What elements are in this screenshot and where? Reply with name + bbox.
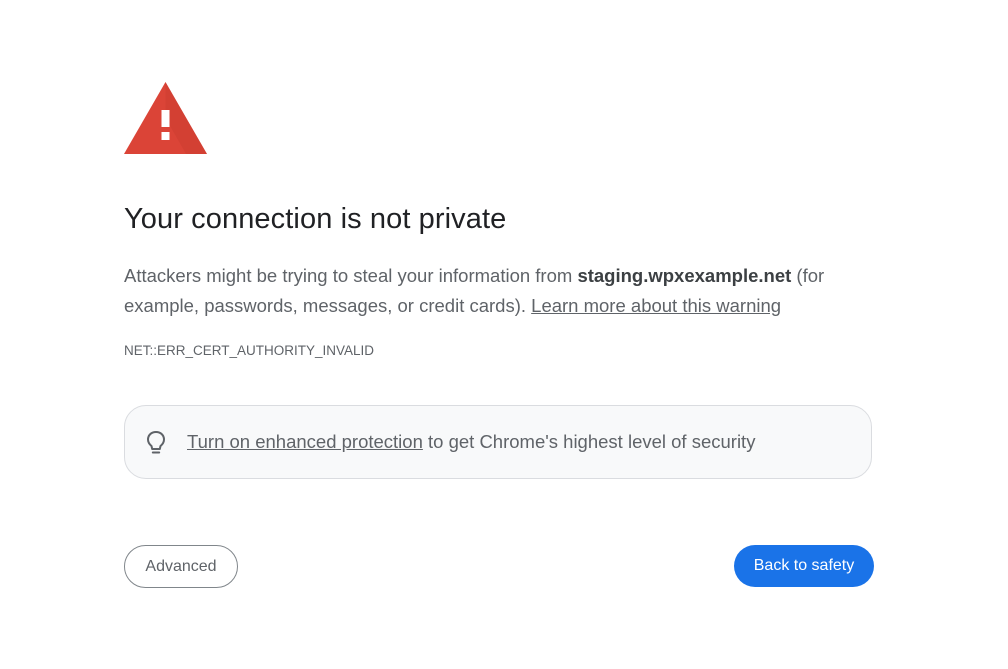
enhanced-protection-text: Turn on enhanced protection to get Chrom…: [187, 431, 755, 453]
hostname: staging.wpxexample.net: [577, 265, 792, 286]
error-code: NET::ERR_CERT_AUTHORITY_INVALID: [124, 343, 375, 358]
enhanced-protection-link[interactable]: Turn on enhanced protection: [187, 431, 423, 452]
warning-triangle-icon: [124, 82, 207, 154]
back-to-safety-button[interactable]: Back to safety: [734, 545, 874, 587]
enhanced-protection-suffix: to get Chrome's highest level of securit…: [422, 431, 756, 452]
lightbulb-icon: [145, 430, 167, 456]
page-title: Your connection is not private: [124, 203, 507, 235]
warning-description: Attackers might be trying to steal your …: [124, 261, 864, 321]
learn-more-link[interactable]: Learn more about this warning: [531, 295, 781, 316]
advanced-button[interactable]: Advanced: [124, 545, 238, 588]
description-text-before: Attackers might be trying to steal your …: [124, 265, 578, 286]
enhanced-protection-banner: Turn on enhanced protection to get Chrom…: [124, 405, 872, 479]
interstitial-page: Your connection is not private Attackers…: [124, 0, 874, 669]
